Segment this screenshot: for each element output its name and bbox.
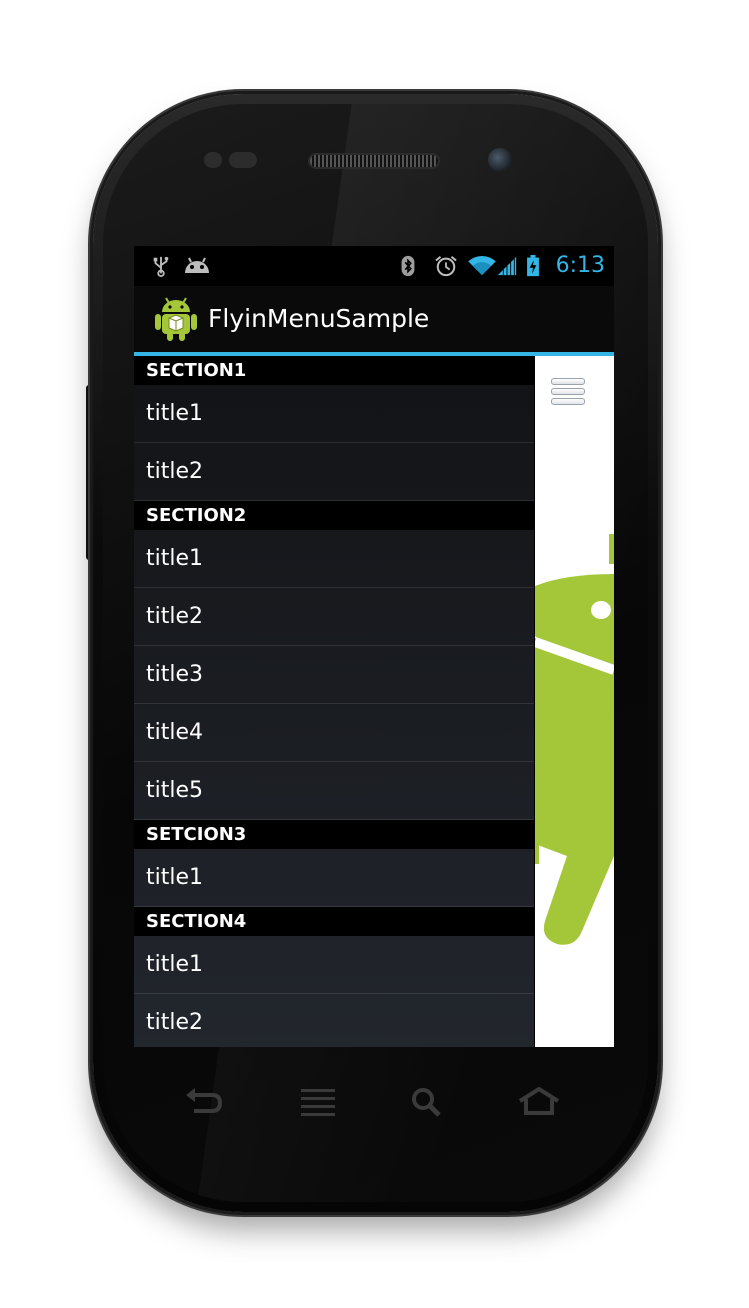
menu-item[interactable]: title4 [134,704,534,762]
signal-icon [497,256,517,276]
earpiece-speaker [308,153,440,169]
light-sensor [229,152,257,168]
front-camera [488,148,512,172]
action-bar: FlyinMenuSample [134,286,614,356]
bluetooth-icon [401,255,415,277]
search-icon[interactable] [406,1085,450,1119]
menu-toggle-icon[interactable] [551,378,585,406]
alarm-icon [435,256,457,277]
flyin-menu: SECTION1 title1 title2 SECTION2 title1 t… [134,356,534,1047]
menu-item[interactable]: title1 [134,936,534,994]
battery-charging-icon [527,255,539,277]
android-robot-image [535,534,614,946]
section-header: SECTION2 [134,501,534,530]
app-title: FlyinMenuSample [208,304,430,333]
wifi-icon [468,256,496,276]
main-content [535,356,614,1047]
menu-item[interactable]: title3 [134,646,534,704]
section-header: SECTION4 [134,907,534,936]
back-icon[interactable] [182,1085,226,1119]
menu-icon[interactable] [297,1085,341,1119]
menu-item[interactable]: title1 [134,530,534,588]
menu-item[interactable]: title2 [134,994,534,1047]
android-app-icon[interactable] [154,296,198,342]
menu-item[interactable]: title1 [134,849,534,907]
proximity-sensor [204,152,222,168]
menu-item[interactable]: title2 [134,588,534,646]
android-debug-icon [185,257,209,273]
screen: 6:13 FlyinMenuSample SECTION1 title1 tit… [134,246,614,1047]
status-time: 6:13 [555,253,605,278]
status-bar: 6:13 [134,246,614,286]
menu-item[interactable]: title5 [134,762,534,820]
menu-item[interactable]: title2 [134,443,534,501]
home-icon[interactable] [517,1085,561,1119]
menu-item[interactable]: title1 [134,385,534,443]
section-header: SETCION3 [134,820,534,849]
usb-icon [153,256,169,277]
section-header: SECTION1 [134,356,534,385]
